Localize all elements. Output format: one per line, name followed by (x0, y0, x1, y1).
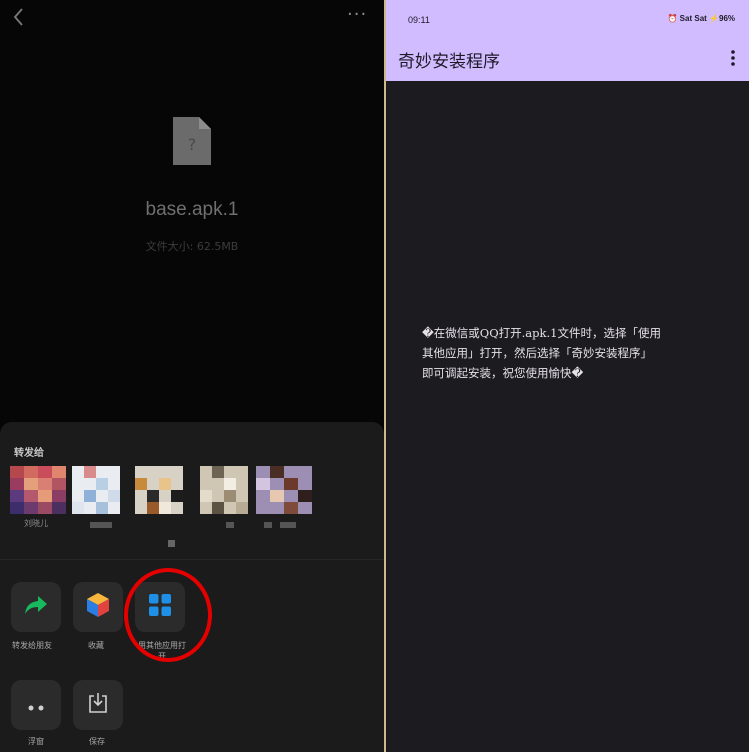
divider (0, 559, 384, 560)
save-button[interactable] (73, 680, 123, 730)
installer-app-panel: 09:11 ⏰ Sat Sat ⚡96% 奇妙安装程序 �在微信或QQ打开.ap… (386, 0, 749, 752)
wechat-file-preview-panel: ··· ? base.apk.1 文件大小: 62.5MB 转发给 刘晓儿 转发… (0, 0, 384, 752)
redacted-name-block (264, 522, 272, 528)
contact-avatar[interactable] (72, 466, 128, 514)
overflow-menu-icon[interactable] (729, 49, 737, 67)
back-arrow-icon[interactable] (8, 6, 30, 28)
app-bar: 奇妙安装程序 (386, 36, 749, 81)
share-to-friend-button[interactable] (11, 582, 61, 632)
contact-avatar[interactable] (10, 466, 66, 514)
message-line: 即可调起安装，祝您使用愉快� (422, 366, 584, 380)
unknown-file-icon: ? (173, 117, 211, 165)
status-icons: ⏰ Sat Sat ⚡96% (667, 14, 736, 23)
share-arrow-icon (24, 595, 48, 619)
favorite-cube-icon (86, 592, 110, 622)
file-name: base.apk.1 (145, 199, 239, 220)
favorite-label: 收藏 (88, 641, 104, 650)
floating-window-label: 浮窗 (28, 737, 44, 746)
save-label: 保存 (89, 737, 105, 746)
highlight-circle (124, 568, 212, 662)
svg-text:?: ? (188, 135, 197, 154)
favorite-button[interactable] (73, 582, 123, 632)
message-line: �在微信或QQ打开.apk.1文件时，选择「使用 (422, 326, 661, 340)
instruction-message: �在微信或QQ打开.apk.1文件时，选择「使用 其他应用」打开，然后选择「奇妙… (422, 323, 722, 383)
share-sheet-title: 转发给 (14, 448, 44, 459)
contact-avatar[interactable] (135, 466, 191, 514)
contact-avatar[interactable] (256, 466, 312, 514)
redacted-name-block (280, 522, 296, 528)
contact-avatar[interactable] (200, 466, 256, 514)
share-sheet: 转发给 刘晓儿 转发给朋友 收藏 用其他应用打开 浮窗 保存 (0, 422, 384, 752)
redacted-name-block (90, 522, 112, 528)
floating-window-icon (25, 696, 47, 715)
floating-window-button[interactable] (11, 680, 61, 730)
more-options-icon[interactable]: ··· (347, 6, 371, 24)
file-size: 文件大小: 62.5MB (145, 240, 239, 253)
share-to-friend-label: 转发给朋友 (12, 641, 52, 650)
contact-name: 刘晓儿 (24, 519, 48, 528)
message-line: 其他应用」打开，然后选择「奇妙安装程序」 (422, 346, 652, 360)
app-title: 奇妙安装程序 (398, 52, 500, 72)
redacted-name-block (226, 522, 234, 528)
status-bar: 09:11 ⏰ Sat Sat ⚡96% (386, 0, 749, 36)
page-indicator (168, 540, 175, 547)
status-time: 09:11 (408, 15, 430, 25)
save-download-icon (87, 692, 109, 718)
